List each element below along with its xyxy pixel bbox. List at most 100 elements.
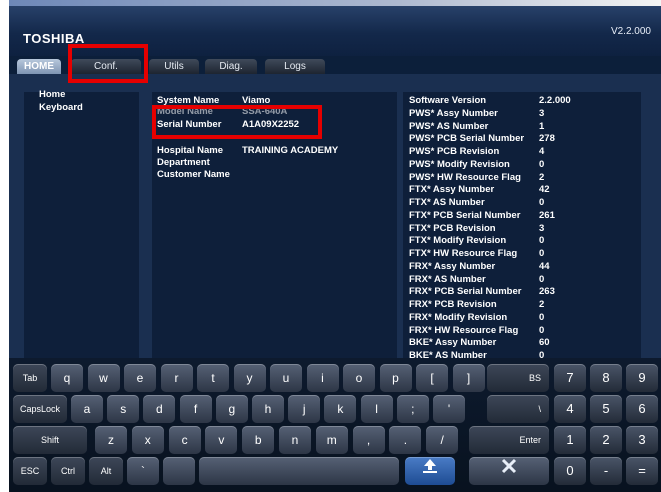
version-row-value: 0 [539, 248, 545, 259]
tab-home[interactable]: HOME [17, 59, 61, 74]
keyboard-hide-key[interactable] [405, 457, 455, 485]
key-2-r2[interactable]: s [107, 395, 140, 423]
key-backslash[interactable]: \ [487, 395, 549, 423]
version-row-value: 44 [539, 260, 550, 272]
sidebar-panel: Home Keyboard [24, 89, 139, 358]
version-row-value: 263 [539, 286, 555, 298]
key-num-0[interactable]: 0 [554, 457, 586, 485]
key-9-r1[interactable]: o [343, 364, 375, 392]
version-row-value: 0 [539, 273, 545, 285]
top-bar-highlight [9, 0, 661, 6]
key-equals[interactable]: = [626, 457, 658, 485]
key-tab[interactable]: Tab [13, 364, 47, 392]
key-7-r3[interactable]: m [315, 426, 348, 454]
key-8-r3[interactable]: , [352, 426, 385, 454]
key-num-6[interactable]: 6 [626, 395, 658, 423]
key-capslock[interactable]: CapsLock [13, 395, 67, 423]
key-8-r1[interactable]: i [306, 364, 339, 392]
version-row-label: PWS* AS Number [409, 120, 489, 132]
key-1-r2[interactable]: a [71, 395, 103, 423]
key-2-r1[interactable]: w [87, 364, 120, 392]
sidebar-item-keyboard[interactable]: Keyboard [39, 102, 83, 113]
version-row-value: 3 [539, 222, 545, 234]
key-shift[interactable]: Shift [13, 426, 87, 454]
version-row-label: FRX* HW Resource Flag [409, 324, 519, 336]
version-row-label: FRX* PCB Revision [409, 299, 497, 310]
key-9-r2[interactable]: l [360, 395, 393, 423]
version-row-value: 0 [539, 324, 545, 336]
key-num-9[interactable]: 9 [626, 364, 658, 392]
close-icon [501, 458, 517, 474]
keyboard-hide-icon [423, 459, 437, 473]
key-4-r1[interactable]: r [160, 364, 193, 392]
key-9-r3[interactable]: . [389, 426, 422, 454]
key-num-7[interactable]: 7 [554, 364, 586, 392]
key-num-3[interactable]: 3 [626, 426, 658, 454]
key-minus[interactable]: - [590, 457, 622, 485]
key-alt[interactable]: Alt [89, 457, 123, 485]
key-11-r1[interactable]: [ [416, 364, 448, 392]
sidebar-item-home[interactable]: Home [39, 89, 65, 100]
version-row-label: PWS* Modify Revision [409, 158, 510, 170]
version-label: V2.2.000 [610, 26, 651, 37]
key-10-r2[interactable]: ; [396, 395, 429, 423]
key-enter[interactable]: Enter [469, 426, 549, 454]
version-row-value: 3 [539, 107, 545, 119]
key-5-r3[interactable]: b [242, 426, 275, 454]
key-8-r2[interactable]: k [324, 395, 357, 423]
version-row-label: PWS* PCB Serial Number [409, 133, 525, 145]
key-4-r2[interactable]: f [179, 395, 212, 423]
version-row-label: FTX* HW Resource Flag [409, 248, 518, 259]
version-row-label: FTX* Assy Number [409, 184, 495, 196]
department-label: Department [157, 157, 210, 168]
key-space[interactable] [199, 457, 399, 485]
version-row-value: 0 [539, 235, 545, 247]
version-row-value: 2 [539, 299, 545, 310]
tab-diag[interactable]: Diag. [205, 59, 257, 74]
key-7-r1[interactable]: u [270, 364, 302, 392]
key-3-r3[interactable]: c [168, 426, 201, 454]
key-4-r3[interactable]: v [205, 426, 238, 454]
key-5-r2[interactable]: g [215, 395, 248, 423]
key-6-r2[interactable]: h [252, 395, 284, 423]
key-num-4[interactable]: 4 [554, 395, 586, 423]
key-10-r3[interactable]: / [426, 426, 459, 454]
key-backspace[interactable]: BS [487, 364, 549, 392]
version-row-label: PWS* PCB Revision [409, 146, 500, 157]
customer-name-label: Customer Name [157, 169, 230, 180]
version-row-label: FRX* AS Number [409, 273, 486, 285]
tab-logs[interactable]: Logs [265, 59, 325, 74]
version-row-label: FRX* Assy Number [409, 260, 496, 272]
version-row-value: 0 [539, 311, 545, 323]
key-5-r1[interactable]: t [197, 364, 229, 392]
key-3-r1[interactable]: e [124, 364, 156, 392]
key-blank[interactable] [163, 457, 195, 485]
key-ctrl[interactable]: Ctrl [51, 457, 85, 485]
key-1-r1[interactable]: q [51, 364, 83, 392]
key-10-r1[interactable]: p [379, 364, 412, 392]
hospital-name-label: Hospital Name [157, 145, 223, 156]
version-row-label: PWS* HW Resource Flag [409, 171, 521, 183]
key-num-2[interactable]: 2 [590, 426, 622, 454]
key-num-1[interactable]: 1 [554, 426, 586, 454]
key-1-r3[interactable]: z [95, 426, 127, 454]
key-esc[interactable]: ESC [13, 457, 47, 485]
tab-utils[interactable]: Utils [149, 59, 199, 74]
version-row-label: FTX* AS Number [409, 197, 485, 208]
version-row-value: 0 [539, 158, 545, 170]
key-12-r1[interactable]: ] [452, 364, 485, 392]
key-num-8[interactable]: 8 [590, 364, 622, 392]
key-11-r2[interactable]: ' [433, 395, 465, 423]
key-backtick[interactable]: ` [127, 457, 159, 485]
key-7-r2[interactable]: j [288, 395, 321, 423]
key-6-r1[interactable]: y [233, 364, 266, 392]
keyboard-close-key[interactable] [469, 457, 549, 485]
key-2-r3[interactable]: x [131, 426, 164, 454]
key-6-r3[interactable]: n [279, 426, 311, 454]
version-row-value: 261 [539, 209, 555, 221]
key-3-r2[interactable]: d [143, 395, 176, 423]
version-row-label: PWS* Assy Number [409, 107, 498, 119]
version-row-value: 4 [539, 146, 545, 157]
key-num-5[interactable]: 5 [590, 395, 622, 423]
version-row-value: 2 [539, 171, 545, 183]
